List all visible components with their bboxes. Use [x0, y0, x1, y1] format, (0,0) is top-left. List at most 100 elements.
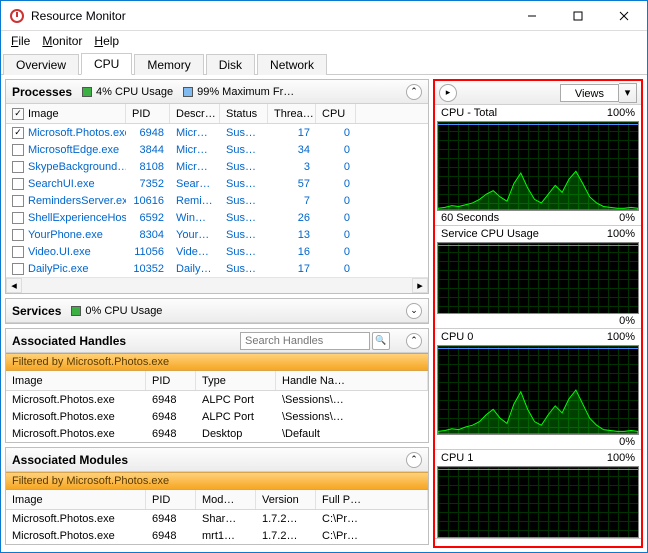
- tab-disk[interactable]: Disk: [206, 54, 255, 75]
- process-desc: Micr…: [170, 161, 220, 173]
- row-checkbox[interactable]: ✓: [12, 127, 24, 139]
- chart-foot-left: [441, 436, 619, 448]
- close-button[interactable]: [601, 1, 647, 30]
- tab-cpu[interactable]: CPU: [81, 53, 132, 75]
- menu-file[interactable]: File: [7, 33, 34, 49]
- select-all-checkbox[interactable]: ✓: [12, 108, 24, 120]
- table-row[interactable]: SearchUI.exe7352Searc…Susp…570: [6, 175, 428, 192]
- scroll-right-icon[interactable]: ▸: [412, 278, 428, 293]
- tab-memory[interactable]: Memory: [134, 54, 203, 75]
- process-cpu: 0: [316, 246, 356, 258]
- table-row[interactable]: YourPhone.exe8304Your…Susp…130: [6, 226, 428, 243]
- m-col-path[interactable]: Full P…: [316, 490, 428, 509]
- search-handles-button[interactable]: 🔍: [372, 332, 390, 350]
- process-status: Susp…: [220, 195, 268, 207]
- process-pid: 3844: [126, 144, 170, 156]
- process-threads: 26: [268, 212, 316, 224]
- table-row[interactable]: Microsoft.Photos.exe6948ALPC Port\Sessio…: [6, 391, 428, 408]
- chart-block: CPU - Total100%60 Seconds0%: [435, 105, 641, 226]
- handles-filter-bar: Filtered by Microsoft.Photos.exe: [6, 353, 428, 371]
- charts-collapse-button[interactable]: ▸: [439, 84, 457, 102]
- collapse-handles-button[interactable]: ⌃: [406, 333, 422, 349]
- table-row[interactable]: Microsoft.Photos.exe6948ALPC Port\Sessio…: [6, 408, 428, 425]
- col-status[interactable]: Status: [220, 104, 268, 123]
- maximize-button[interactable]: [555, 1, 601, 30]
- h-col-image[interactable]: Image: [6, 371, 146, 390]
- expand-services-button[interactable]: ⌄: [406, 303, 422, 319]
- col-cpu[interactable]: CPU: [316, 104, 356, 123]
- process-threads: 17: [268, 263, 316, 275]
- row-checkbox[interactable]: [12, 246, 24, 258]
- process-status: Susp…: [220, 161, 268, 173]
- row-checkbox[interactable]: [12, 144, 24, 156]
- chart-block: CPU 1100%: [435, 450, 641, 539]
- menubar: File Monitor Help: [1, 31, 647, 51]
- process-pid: 10616: [126, 195, 170, 207]
- views-dropdown-icon[interactable]: ▾: [619, 83, 637, 103]
- services-cpu-text: 0% CPU Usage: [85, 305, 162, 317]
- h-col-type[interactable]: Type: [196, 371, 276, 390]
- table-row[interactable]: Video.UI.exe11056Vide…Susp…160: [6, 243, 428, 260]
- row-checkbox[interactable]: [12, 178, 24, 190]
- tab-overview[interactable]: Overview: [3, 54, 79, 75]
- processes-title: Processes: [12, 85, 72, 99]
- table-row[interactable]: ✓Microsoft.Photos.exe6948Micr…Susp…170: [6, 124, 428, 141]
- m-col-mod[interactable]: Mod…: [196, 490, 256, 509]
- process-status: Susp…: [220, 263, 268, 275]
- table-row[interactable]: DailyPic.exe10352Daily…Susp…170: [6, 260, 428, 277]
- modules-title: Associated Modules: [12, 453, 128, 467]
- row-checkbox[interactable]: [12, 229, 24, 241]
- handles-panel: Associated Handles 🔍 ⌃ Filtered by Micro…: [5, 328, 429, 443]
- process-cpu: 0: [316, 127, 356, 139]
- m-col-ver[interactable]: Version: [256, 490, 316, 509]
- search-handles-input[interactable]: [240, 332, 370, 350]
- process-threads: 17: [268, 127, 316, 139]
- chart-title: Service CPU Usage: [441, 228, 607, 240]
- process-status: Susp…: [220, 212, 268, 224]
- menu-help[interactable]: Help: [90, 33, 123, 49]
- tab-network[interactable]: Network: [257, 54, 327, 75]
- chart-foot-left: [441, 315, 619, 327]
- scroll-left-icon[interactable]: ◂: [6, 278, 22, 293]
- col-pid[interactable]: PID: [126, 104, 170, 123]
- row-checkbox[interactable]: [12, 212, 24, 224]
- views-button[interactable]: Views: [560, 84, 619, 102]
- collapse-processes-button[interactable]: ⌃: [406, 84, 422, 100]
- h-col-pid[interactable]: PID: [146, 371, 196, 390]
- table-row[interactable]: MicrosoftEdge.exe3844Micr…Susp…340: [6, 141, 428, 158]
- chart-pct: 100%: [607, 228, 635, 240]
- table-row[interactable]: ShellExperienceHos…6592Win…Susp…260: [6, 209, 428, 226]
- row-checkbox[interactable]: [12, 161, 24, 173]
- process-threads: 57: [268, 178, 316, 190]
- chart-title: CPU 1: [441, 452, 607, 464]
- process-pid: 6592: [126, 212, 170, 224]
- cpu-usage-icon: [82, 87, 92, 97]
- process-name: ShellExperienceHos…: [28, 212, 126, 224]
- table-row[interactable]: SkypeBackground…8108Micr…Susp…30: [6, 158, 428, 175]
- row-checkbox[interactable]: [12, 195, 24, 207]
- m-col-pid[interactable]: PID: [146, 490, 196, 509]
- process-status: Susp…: [220, 127, 268, 139]
- processes-hscroll[interactable]: ◂ ▸: [6, 277, 428, 293]
- max-freq-text: 99% Maximum Fr…: [197, 86, 294, 98]
- collapse-modules-button[interactable]: ⌃: [406, 452, 422, 468]
- process-desc: Daily…: [170, 263, 220, 275]
- table-row[interactable]: Microsoft.Photos.exe6948Desktop\Default: [6, 425, 428, 442]
- chart-area: [437, 121, 639, 211]
- h-col-hname[interactable]: Handle Na…: [276, 371, 428, 390]
- process-desc: Your…: [170, 229, 220, 241]
- process-cpu: 0: [316, 212, 356, 224]
- process-pid: 8304: [126, 229, 170, 241]
- minimize-button[interactable]: [509, 1, 555, 30]
- row-checkbox[interactable]: [12, 263, 24, 275]
- col-desc[interactable]: Descr…: [170, 104, 220, 123]
- table-row[interactable]: Microsoft.Photos.exe6948mrt1…1.7.2…C:\Pr…: [6, 527, 428, 544]
- m-col-image[interactable]: Image: [6, 490, 146, 509]
- col-threads[interactable]: Threa…: [268, 104, 316, 123]
- process-pid: 6948: [126, 127, 170, 139]
- process-status: Susp…: [220, 229, 268, 241]
- table-row[interactable]: Microsoft.Photos.exe6948Shar…1.7.2…C:\Pr…: [6, 510, 428, 527]
- menu-monitor[interactable]: Monitor: [38, 33, 86, 49]
- col-image[interactable]: Image: [28, 108, 59, 120]
- table-row[interactable]: RemindersServer.exe10616Remi…Susp…70: [6, 192, 428, 209]
